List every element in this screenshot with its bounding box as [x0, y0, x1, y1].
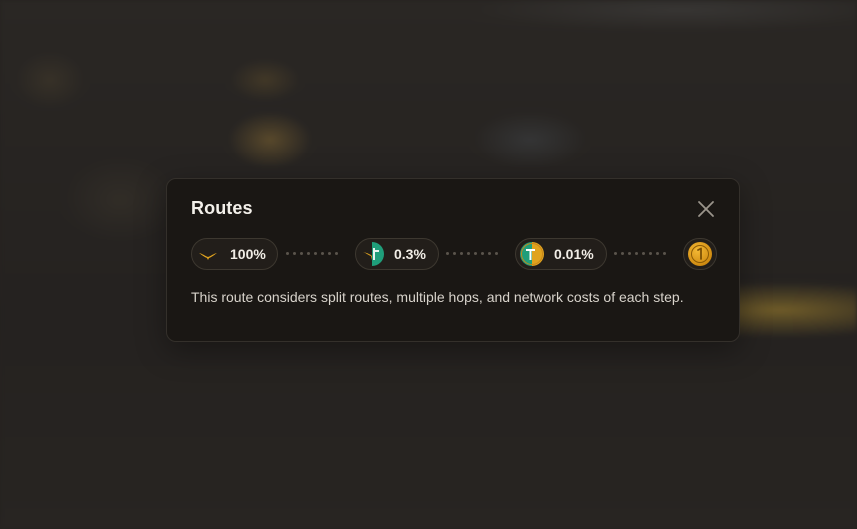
route-connector: [286, 252, 338, 256]
route-hop-4[interactable]: [683, 238, 717, 270]
hop-percent: 0.01%: [554, 246, 594, 262]
modal-title: Routes: [191, 198, 253, 218]
tether-gold-token-icon: [520, 242, 544, 266]
route-connector: [614, 252, 666, 256]
split-green-token-icon: [360, 242, 384, 266]
gold-coin-one-icon: [688, 242, 712, 266]
close-icon[interactable]: [696, 199, 716, 219]
route-hop-1[interactable]: 100%: [191, 238, 278, 270]
route-connector: [446, 252, 498, 256]
hop-percent: 0.3%: [394, 246, 426, 262]
route-hop-3[interactable]: 0.01%: [515, 238, 607, 270]
bird-icon: [196, 242, 220, 266]
route-hop-2[interactable]: 0.3%: [355, 238, 439, 270]
routes-modal: Routes 100% 0.3% 0.01% This route consid…: [166, 178, 740, 342]
route-description: This route considers split routes, multi…: [191, 289, 684, 305]
route-path: 100% 0.3% 0.01%: [191, 238, 717, 270]
hop-percent: 100%: [230, 246, 266, 262]
